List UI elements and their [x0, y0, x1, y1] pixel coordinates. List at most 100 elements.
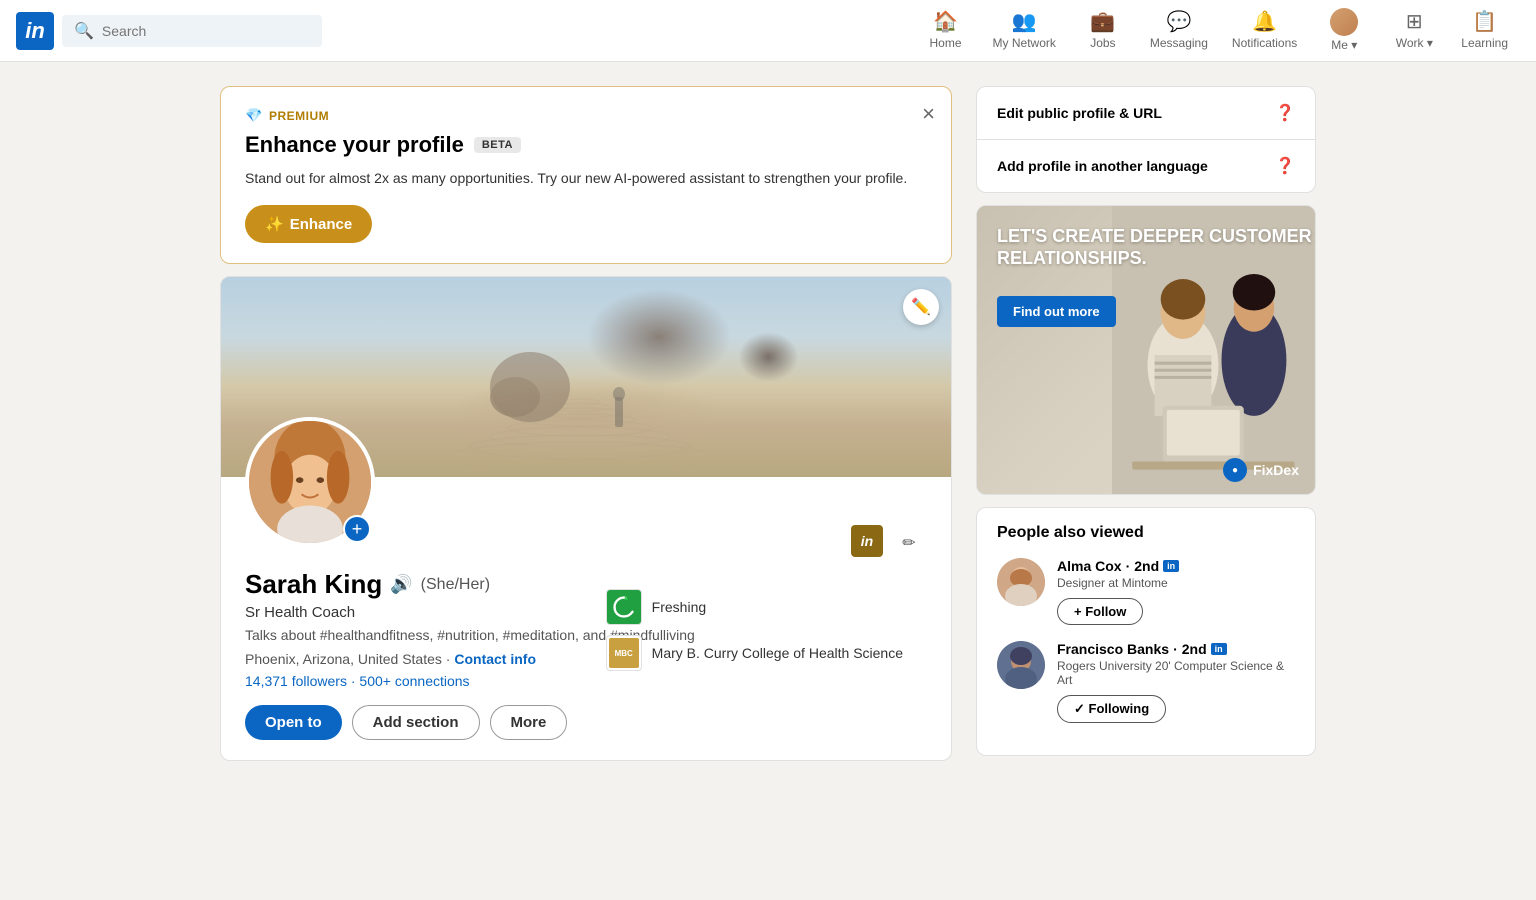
nav-items: 🏠 Home 👥 My Network 💼 Jobs 💬 Messaging 🔔…: [911, 0, 1520, 62]
beta-badge: BETA: [474, 137, 521, 153]
people-also-viewed-title: People also viewed: [997, 524, 1295, 542]
sidebar: Edit public profile & URL ❓ Add profile …: [976, 86, 1316, 756]
linkedin-badge: in: [851, 525, 883, 557]
francisco-separator: ·: [1173, 641, 1178, 657]
add-section-button[interactable]: Add section: [352, 705, 480, 740]
alma-name-row: Alma Cox · 2nd in: [1057, 558, 1295, 574]
nav-work[interactable]: ⊞ Work ▾: [1379, 0, 1449, 62]
follow-alma-button[interactable]: + Follow: [1057, 598, 1143, 625]
curry-logo: MBC: [606, 635, 642, 671]
navbar: in 🔍 🏠 Home 👥 My Network 💼 Jobs 💬 Messag…: [0, 0, 1536, 62]
francisco-linkedin-badge: in: [1211, 643, 1227, 655]
nav-home-label: Home: [930, 36, 962, 50]
francisco-name: Francisco Banks: [1057, 641, 1169, 657]
nav-notifications[interactable]: 🔔 Notifications: [1220, 0, 1309, 62]
alma-separator: ·: [1126, 558, 1131, 574]
more-button[interactable]: More: [490, 705, 568, 740]
spiral-decoration: [440, 327, 720, 477]
premium-label: 💎 PREMIUM: [245, 107, 927, 124]
profile-card: ✏️: [220, 276, 952, 761]
alma-name: Alma Cox: [1057, 558, 1122, 574]
gem-icon: 💎: [245, 107, 263, 124]
alma-role: Designer at Mintome: [1057, 576, 1295, 590]
ad-brand-area: ● FixDex: [1223, 458, 1299, 482]
pencil-icon: ✏: [902, 533, 915, 553]
alma-degree: 2nd: [1134, 558, 1159, 574]
page-layout: × 💎 PREMIUM Enhance your profile BETA St…: [204, 62, 1332, 785]
curry-logo-text: MBC: [609, 638, 639, 668]
francisco-role: Rogers University 20' Computer Science &…: [1057, 659, 1295, 687]
edit-public-profile-link[interactable]: Edit public profile & URL ❓: [977, 87, 1315, 140]
search-bar[interactable]: 🔍: [62, 15, 322, 47]
add-language-link[interactable]: Add profile in another language ❓: [977, 140, 1315, 192]
help-icon-2: ❓: [1275, 156, 1295, 176]
nav-my-network[interactable]: 👥 My Network: [981, 0, 1068, 62]
advertisement: LET'S CREATE DEEPER CUSTOMER RELATIONSHI…: [976, 205, 1316, 495]
profile-info-container: Sarah King 🔊 (She/Her) Sr Health Coach T…: [245, 569, 927, 740]
search-input[interactable]: [102, 23, 310, 39]
ad-content: LET'S CREATE DEEPER CUSTOMER RELATIONSHI…: [977, 206, 1315, 494]
premium-banner: × 💎 PREMIUM Enhance your profile BETA St…: [220, 86, 952, 264]
following-francisco-button[interactable]: ✓ Following: [1057, 695, 1166, 723]
nav-me-label: Me ▾: [1331, 38, 1357, 52]
main-column: × 💎 PREMIUM Enhance your profile BETA St…: [220, 86, 952, 761]
people-also-viewed: People also viewed Alma Cox · 2nd: [976, 507, 1316, 756]
company-curry[interactable]: MBC Mary B. Curry College of Health Scie…: [606, 635, 903, 671]
francisco-degree: 2nd: [1182, 641, 1207, 657]
search-icon: 🔍: [74, 21, 94, 41]
messaging-icon: 💬: [1166, 9, 1191, 34]
nav-home[interactable]: 🏠 Home: [911, 0, 981, 62]
alma-linkedin-badge: in: [1163, 560, 1179, 572]
premium-text: PREMIUM: [269, 109, 329, 123]
edit-profile-button[interactable]: ✏: [891, 525, 927, 561]
add-photo-button[interactable]: +: [343, 515, 371, 543]
profile-companies: Freshing MBC Mary B. Curry College of He…: [606, 589, 903, 671]
help-icon: ❓: [1275, 103, 1295, 123]
company-freshing[interactable]: Freshing: [606, 589, 903, 625]
linkedin-logo[interactable]: in: [16, 12, 54, 50]
ad-cta-button[interactable]: Find out more: [997, 296, 1116, 327]
profile-body: + in ✏ Sarah King 🔊 (She/Her) S: [221, 477, 951, 760]
profile-links-card: Edit public profile & URL ❓ Add profile …: [976, 86, 1316, 193]
home-icon: 🏠: [933, 9, 958, 34]
open-to-button[interactable]: Open to: [245, 705, 342, 740]
person-alma: Alma Cox · 2nd in Designer at Mintome + …: [997, 558, 1295, 625]
jobs-icon: 💼: [1090, 9, 1115, 34]
contact-info-link[interactable]: Contact info: [454, 651, 536, 667]
network-icon: 👥: [1012, 9, 1037, 34]
premium-title-text: Enhance your profile: [245, 132, 464, 158]
notifications-icon: 🔔: [1252, 9, 1277, 34]
followers-link[interactable]: 14,371 followers: [245, 673, 347, 689]
enhance-label: Enhance: [290, 216, 353, 233]
learning-icon: 📋: [1472, 9, 1497, 34]
profile-stats: 14,371 followers · 500+ connections: [245, 673, 927, 689]
add-language-label: Add profile in another language: [997, 158, 1208, 174]
action-buttons-row: Open to Add section More: [245, 705, 927, 740]
nav-work-label: Work ▾: [1396, 36, 1433, 50]
premium-title: Enhance your profile BETA: [245, 132, 927, 158]
connections-link[interactable]: 500+ connections: [359, 673, 469, 689]
nav-messaging-label: Messaging: [1150, 36, 1208, 50]
nav-learning-label: Learning: [1461, 36, 1508, 50]
close-button[interactable]: ×: [922, 103, 935, 125]
sound-icon[interactable]: 🔊: [390, 574, 412, 595]
enhance-button[interactable]: ✨ Enhance: [245, 205, 372, 243]
nav-messaging[interactable]: 💬 Messaging: [1138, 0, 1220, 62]
location-text: Phoenix, Arizona, United States: [245, 651, 442, 667]
edit-profile-label: Edit public profile & URL: [997, 105, 1162, 121]
avatar-wrapper: +: [245, 417, 375, 547]
freshing-logo: [606, 589, 642, 625]
ad-headline: LET'S CREATE DEEPER CUSTOMER RELATIONSHI…: [997, 226, 1315, 269]
alma-avatar: [997, 558, 1045, 606]
banner-edit-button[interactable]: ✏️: [903, 289, 939, 325]
nav-jobs[interactable]: 💼 Jobs: [1068, 0, 1138, 62]
alma-info: Alma Cox · 2nd in Designer at Mintome + …: [1057, 558, 1295, 625]
nav-learning[interactable]: 📋 Learning: [1449, 0, 1520, 62]
francisco-avatar: [997, 641, 1045, 689]
profile-pronouns: (She/Her): [421, 576, 490, 594]
avatar: [1330, 8, 1358, 36]
nav-jobs-label: Jobs: [1090, 36, 1115, 50]
wand-icon: ✨: [265, 215, 284, 233]
nav-me[interactable]: Me ▾: [1309, 0, 1379, 62]
nav-network-label: My Network: [993, 36, 1056, 50]
